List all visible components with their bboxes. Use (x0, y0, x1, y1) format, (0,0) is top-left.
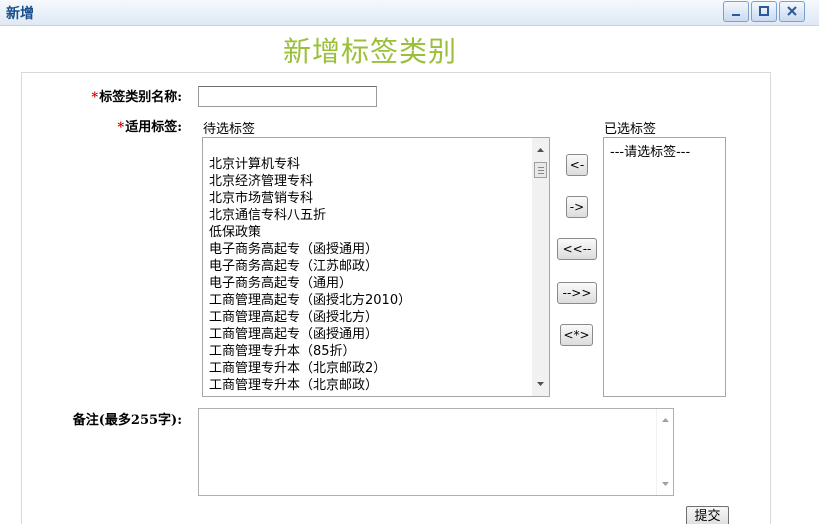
tag-category-name-input[interactable] (198, 86, 377, 107)
list-item[interactable]: 北京计算机专科 (209, 156, 411, 173)
scroll-down-icon[interactable] (657, 475, 674, 492)
minimize-button[interactable] (723, 1, 749, 22)
selected-tags-caption: 已选标签 (604, 122, 657, 137)
move-right-button[interactable]: -> (566, 196, 588, 218)
list-item[interactable]: 工商管理高起专（函授通用） (209, 326, 411, 343)
page-heading: 新增标签类别 (282, 35, 457, 68)
list-item[interactable]: 北京通信专科八五折 (209, 207, 411, 224)
available-tags-caption: 待选标签 (203, 122, 256, 137)
reset-selection-button[interactable]: <*> (560, 324, 593, 346)
list-item[interactable]: 低保政策 (209, 224, 411, 241)
available-tags-scrollbar[interactable] (532, 138, 549, 396)
maximize-icon (759, 6, 769, 16)
notes-label: 备注(最多255字): (72, 413, 182, 428)
list-item[interactable]: 工商管理高起专（函授北方） (209, 309, 411, 326)
move-all-left-button[interactable]: <<-- (557, 238, 597, 260)
minimize-icon (732, 14, 740, 16)
list-item[interactable]: 工商管理高起专（函授北方2010） (209, 292, 411, 309)
maximize-button[interactable] (751, 1, 777, 22)
scroll-up-icon[interactable] (657, 412, 674, 429)
window-title: 新增 (6, 6, 34, 22)
required-marker: * (117, 120, 125, 135)
list-item[interactable]: 电子商务高起专（江苏邮政） (209, 258, 411, 275)
window-titlebar: 新增 (0, 0, 819, 26)
applicable-tags-label: *适用标签: (60, 116, 182, 135)
list-item[interactable]: 电子商务高起专（通用） (209, 275, 411, 292)
list-item[interactable]: 北京市场营销专科 (209, 190, 411, 207)
label-text: 标签类别名称: (99, 90, 182, 105)
scroll-down-icon[interactable] (532, 375, 549, 392)
scroll-thumb[interactable] (534, 162, 547, 178)
list-item[interactable]: 工商管理专升本（85折） (209, 343, 411, 360)
move-all-right-button[interactable]: -->> (557, 282, 597, 304)
scroll-up-icon[interactable] (532, 142, 549, 159)
move-left-button[interactable]: <- (566, 154, 588, 176)
label-text: 适用标签: (125, 120, 182, 135)
available-tags-items: 北京计算机专科 北京经济管理专科 北京市场营销专科 北京通信专科八五折 低保政策… (209, 156, 411, 394)
selected-tags-items: ---请选标签--- (610, 141, 690, 160)
notes-textarea[interactable] (198, 408, 674, 496)
close-button[interactable] (779, 1, 805, 22)
required-marker: * (91, 90, 99, 105)
list-item[interactable]: 工商管理专升本（北京邮政2） (209, 360, 411, 377)
close-icon (787, 6, 797, 16)
selected-tags-list[interactable]: ---请选标签--- (603, 137, 726, 397)
list-item[interactable]: 电子商务高起专（函授通用） (209, 241, 411, 258)
submit-button[interactable]: 提交 (686, 506, 729, 524)
tag-category-name-label: *标签类别名称: (60, 86, 182, 105)
list-item[interactable]: 工商管理专升本（北京邮政） (209, 377, 411, 394)
notes-scrollbar[interactable] (656, 409, 673, 495)
available-tags-list[interactable]: 北京计算机专科 北京经济管理专科 北京市场营销专科 北京通信专科八五折 低保政策… (202, 137, 550, 397)
list-item[interactable]: 北京经济管理专科 (209, 173, 411, 190)
list-item[interactable]: ---请选标签--- (610, 141, 690, 160)
